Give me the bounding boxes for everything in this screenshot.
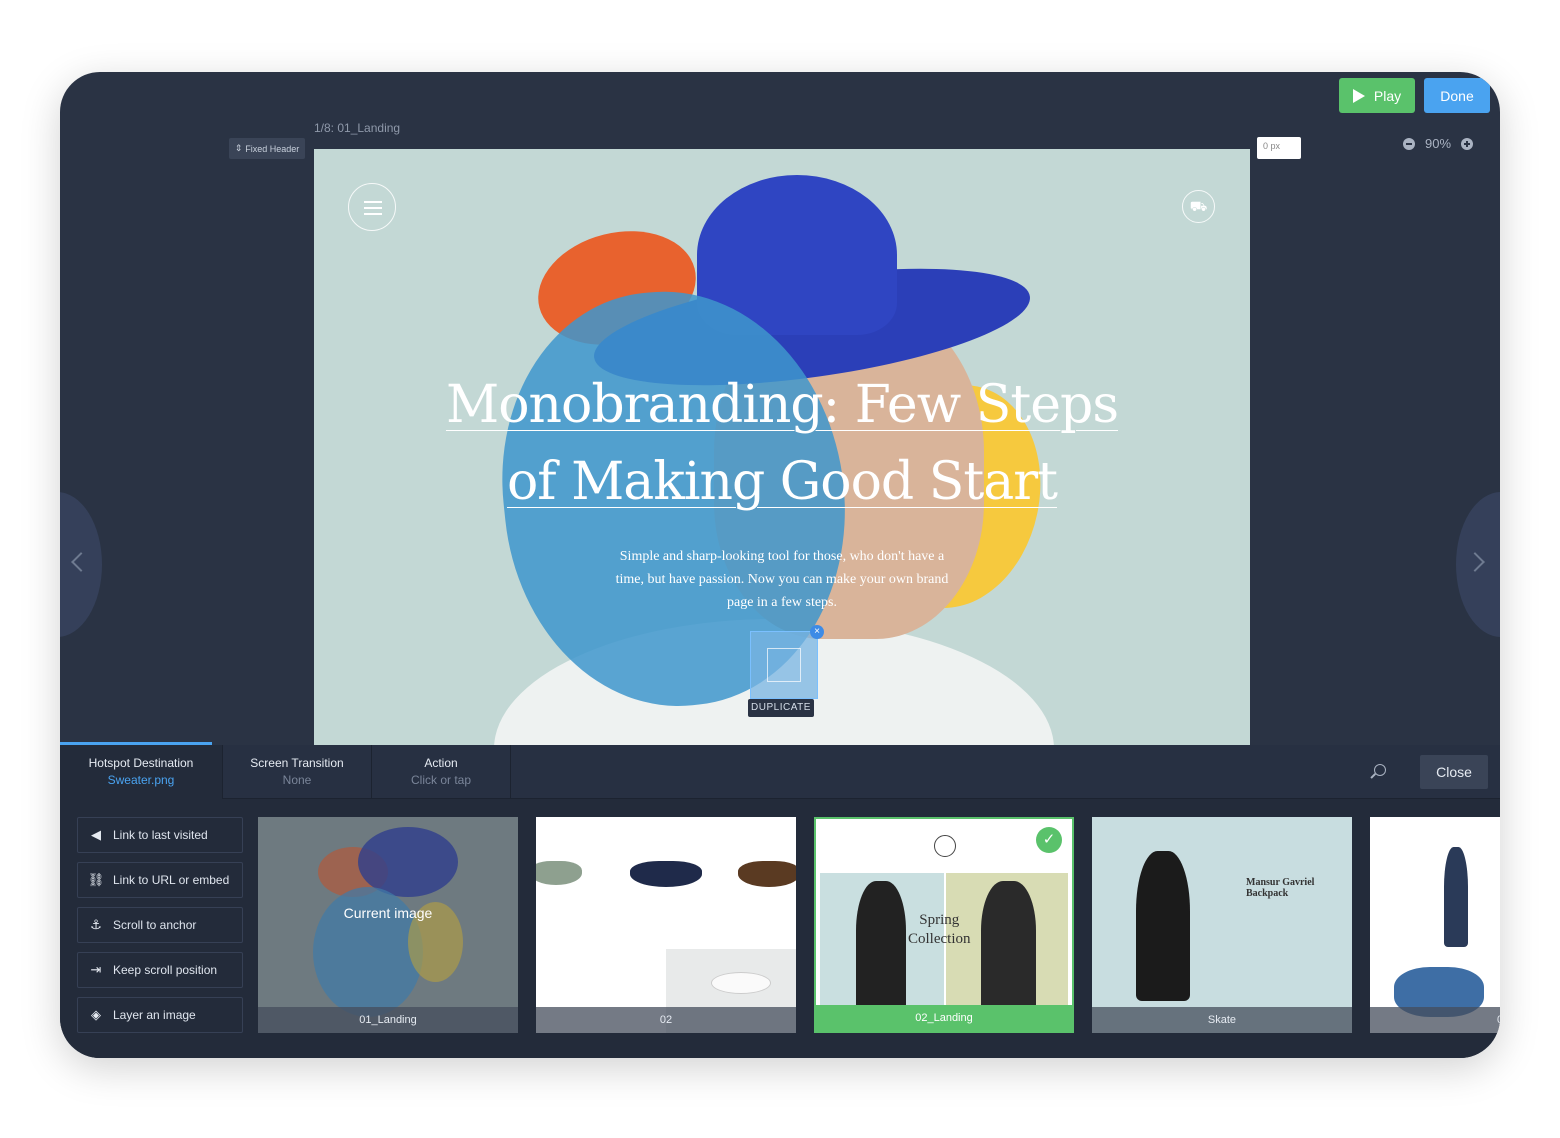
current-image-label: Current image xyxy=(343,905,433,921)
tab-title: Action xyxy=(424,756,458,770)
hero-subtitle: Simple and sharp-looking tool for those,… xyxy=(615,549,949,610)
hero-headline: Monobranding: Few Steps of Making Good S… xyxy=(424,367,1140,521)
done-button[interactable]: Done xyxy=(1424,78,1490,113)
play-label: Play xyxy=(1373,87,1402,104)
previous-screen-button[interactable] xyxy=(60,492,102,637)
tab-title: Hotspot Destination xyxy=(88,756,194,770)
hotspot-panel: Hotspot Destination Sweater.png Screen T… xyxy=(60,742,1500,1058)
design-canvas[interactable]: ⛟ Monobranding: Few Steps of Making Good… xyxy=(314,149,1250,745)
offset-input[interactable]: 0 px xyxy=(1257,137,1301,159)
duplicate-button[interactable]: DUPLICATE xyxy=(748,699,814,717)
screen-thumbnails: Current image 01_Landing 02 Spring Collec… xyxy=(258,817,1500,1033)
editor-window: Play Done 90% 1/8: 01_Landing ⇕ Fixed He… xyxy=(60,72,1500,1058)
play-button[interactable]: Play xyxy=(1339,78,1415,113)
hamburger-menu-icon[interactable] xyxy=(348,183,396,231)
tab-title: Screen Transition xyxy=(250,756,344,770)
hotspot-image-icon xyxy=(767,648,801,682)
hotspot-area[interactable]: × xyxy=(750,625,824,699)
thumbnail-caption: 0 xyxy=(1370,1007,1500,1033)
updown-icon: ⇕ xyxy=(234,143,243,153)
tab-value: Click or tap xyxy=(410,773,472,787)
next-screen-button[interactable] xyxy=(1456,492,1500,637)
zoom-in-icon[interactable] xyxy=(1461,137,1474,150)
link-icon: ⛓ xyxy=(87,872,105,887)
panel-tabs: Hotspot Destination Sweater.png Screen T… xyxy=(60,742,1500,799)
remove-hotspot-icon[interactable]: × xyxy=(810,625,824,639)
play-icon xyxy=(1352,88,1365,103)
headline-line-1: Monobranding: Few Steps xyxy=(445,375,1119,435)
fixed-header-button[interactable]: ⇕ Fixed Header xyxy=(229,138,305,159)
thumbnail-02[interactable]: 02 xyxy=(536,817,796,1033)
screen-label: 1/8: 01_Landing xyxy=(314,121,401,135)
action-list: ◀ Link to last visited ⛓ Link to URL or … xyxy=(77,817,243,1042)
thumbnail-caption: 01_Landing xyxy=(258,1007,518,1033)
tab-hotspot-destination[interactable]: Hotspot Destination Sweater.png xyxy=(60,742,223,799)
layer-image-button[interactable]: ◈ Layer an image xyxy=(77,997,243,1033)
search-icon[interactable] xyxy=(1374,764,1386,776)
thumbnail-caption: Skate xyxy=(1092,1007,1352,1033)
selected-check-icon: ✓ xyxy=(1036,827,1062,853)
cart-icon[interactable]: ⛟ xyxy=(1182,190,1215,223)
anchor-icon: ⚓ xyxy=(90,917,102,932)
thumbnail-next[interactable]: 0 xyxy=(1370,817,1500,1033)
link-url-button[interactable]: ⛓ Link to URL or embed xyxy=(77,862,243,898)
fixed-header-label: Fixed Header xyxy=(245,143,300,154)
layers-icon: ◈ xyxy=(91,1007,101,1022)
thumbnail-skate[interactable]: Mansur Gavriel Backpack Skate xyxy=(1092,817,1352,1033)
action-label: Layer an image xyxy=(113,1008,196,1022)
chevron-left-icon xyxy=(71,552,91,572)
close-button[interactable]: Close xyxy=(1420,755,1488,789)
tab-action[interactable]: Action Click or tap xyxy=(372,745,511,799)
tab-value: None xyxy=(282,773,312,787)
scroll-position-icon: ⇥ xyxy=(90,962,102,977)
link-last-visited-button[interactable]: ◀ Link to last visited xyxy=(77,817,243,853)
tab-screen-transition[interactable]: Screen Transition None xyxy=(223,745,372,799)
tab-value: Sweater.png xyxy=(107,773,175,787)
thumbnail-02-landing[interactable]: Spring Collection ✓ 02_Landing xyxy=(814,817,1074,1033)
zoom-level: 90% xyxy=(1425,136,1452,151)
zoom-out-icon[interactable] xyxy=(1403,137,1415,150)
action-label: Link to URL or embed xyxy=(113,873,230,887)
headline-line-2: of Making Good Start xyxy=(506,452,1058,512)
thumbnail-01-landing[interactable]: Current image 01_Landing xyxy=(258,817,518,1033)
arrow-left-icon: ◀ xyxy=(91,827,101,842)
thumbnail-caption: 02_Landing xyxy=(816,1005,1072,1031)
zoom-control: 90% xyxy=(1403,136,1474,151)
chevron-right-icon xyxy=(1465,552,1485,572)
action-label: Keep scroll position xyxy=(113,963,218,977)
action-label: Link to last visited xyxy=(113,828,208,842)
keep-scroll-button[interactable]: ⇥ Keep scroll position xyxy=(77,952,243,988)
action-label: Scroll to anchor xyxy=(113,918,197,932)
thumbnail-caption: 02 xyxy=(536,1007,796,1033)
scroll-anchor-button[interactable]: ⚓ Scroll to anchor xyxy=(77,907,243,943)
